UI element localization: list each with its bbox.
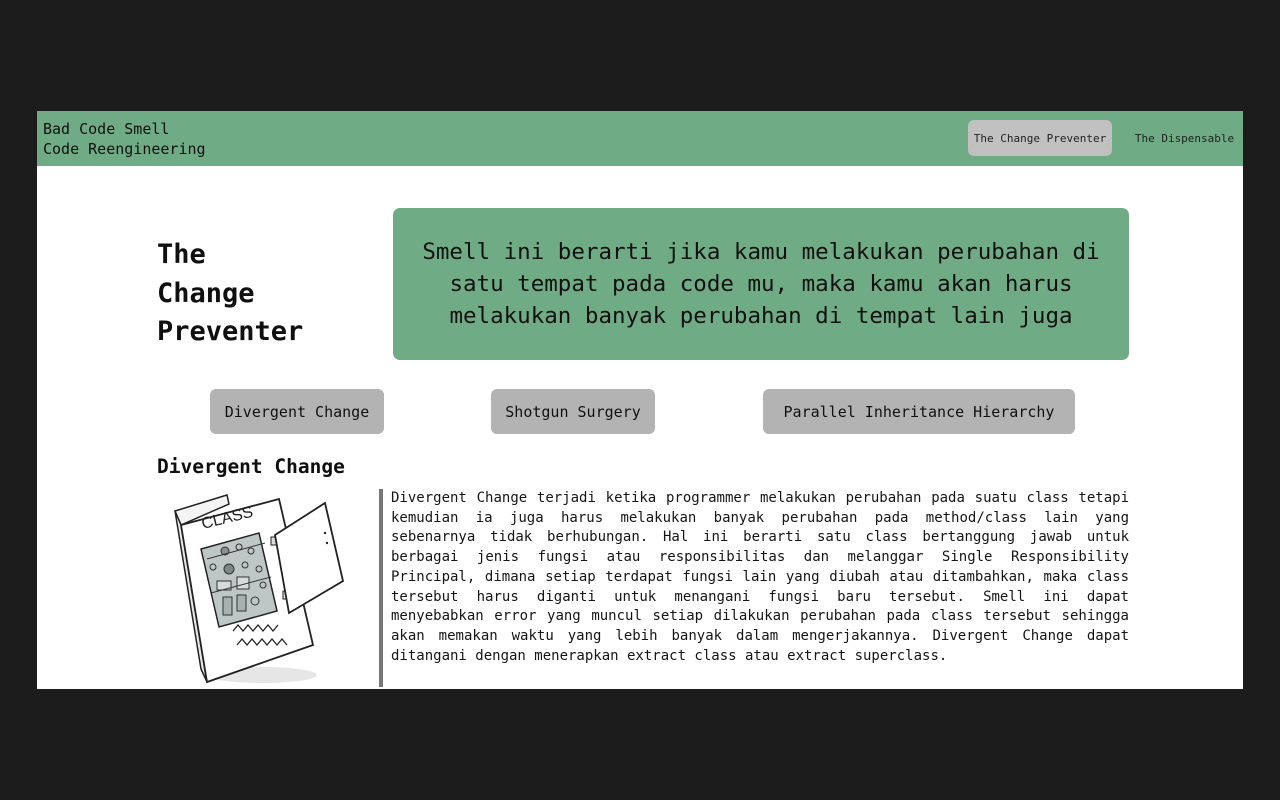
hero-title: The Change Preventer bbox=[157, 236, 303, 352]
class-box-icon: CLASS bbox=[173, 494, 345, 684]
hero-title-line-3: Preventer bbox=[157, 316, 304, 347]
description-text: Divergent Change terjadi ketika programm… bbox=[391, 490, 1129, 664]
nav-link-dispensable[interactable]: The Dispensable bbox=[1132, 120, 1237, 156]
class-box-illustration: CLASS bbox=[167, 489, 347, 689]
hero-title-line-2: Change bbox=[157, 277, 255, 309]
brand[interactable]: Bad Code Smell Code Reengineering bbox=[43, 119, 206, 159]
section-heading: Divergent Change bbox=[157, 455, 345, 478]
description-block: Divergent Change terjadi ketika programm… bbox=[379, 489, 1129, 687]
hero-description-box: Smell ini berarti jika kamu melakukan pe… bbox=[393, 208, 1129, 360]
navbar: Bad Code Smell Code Reengineering The Ch… bbox=[37, 111, 1243, 166]
nav-link-change-preventer[interactable]: The Change Preventer bbox=[968, 120, 1112, 156]
hero-description: Smell ini berarti jika kamu melakukan pe… bbox=[422, 239, 1100, 329]
brand-line-1: Bad Code Smell bbox=[43, 120, 170, 138]
divergent-change-button[interactable]: Divergent Change bbox=[210, 389, 384, 434]
brand-line-2: Code Reengineering bbox=[43, 140, 206, 158]
hero-title-line-1: The bbox=[157, 239, 206, 270]
shotgun-surgery-button[interactable]: Shotgun Surgery bbox=[491, 389, 655, 434]
page: Bad Code Smell Code Reengineering The Ch… bbox=[37, 111, 1243, 689]
parallel-inheritance-hierarchy-button[interactable]: Parallel Inheritance Hierarchy bbox=[763, 389, 1075, 434]
